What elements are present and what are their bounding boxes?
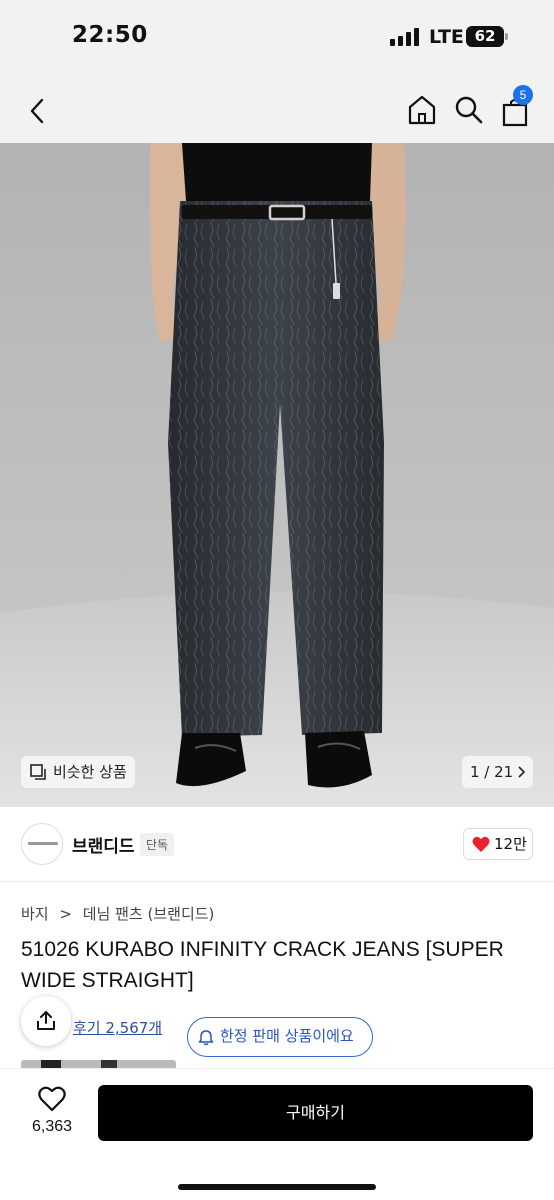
search-button[interactable] [454,94,484,126]
product-title: 51026 KURABO INFINITY CRACK JEANS [SUPER… [21,938,504,992]
back-button[interactable] [24,94,52,128]
brand-row[interactable]: 브랜디드 단독 12만 [0,807,554,881]
cart-button[interactable]: 5 [501,85,533,129]
bottom-action-bar: 6,363 구매하기 [0,1068,554,1200]
chevron-left-icon [30,98,44,124]
bell-icon [198,1030,214,1046]
breadcrumb-separator-icon: > [59,905,72,923]
home-indicator [178,1184,376,1190]
wishlist-button[interactable]: 6,363 [20,1084,84,1148]
brand-logo[interactable] [21,823,63,865]
limited-sale-badge[interactable]: 한정 판매 상품이에요 [187,1017,373,1057]
network-type: LTE [429,26,464,48]
home-button[interactable] [406,93,438,127]
limited-sale-label: 한정 판매 상품이에요 [220,1027,354,1045]
signal-icon [390,28,420,46]
brand-like-count: 12만 [494,835,527,853]
status-time: 22:50 [72,22,148,48]
share-button[interactable] [21,996,71,1046]
home-icon [408,95,436,125]
chevron-right-icon [518,766,526,778]
heart-outline-icon [38,1086,66,1112]
share-icon [37,1011,55,1030]
battery-level: 62 [474,27,496,45]
battery-icon: 62 [466,26,508,47]
status-bar: 22:50 LTE 62 [0,0,554,78]
cart-badge: 5 [513,85,533,105]
product-image[interactable]: 비슷한 상품 1 / 21 [0,143,554,807]
similar-items-icon [30,764,46,780]
brand-name[interactable]: 브랜디드 [72,832,135,857]
top-nav: 5 [0,78,554,143]
image-counter[interactable]: 1 / 21 [462,756,533,788]
breadcrumb: 바지 > 데님 팬츠 (브랜디드) [21,903,214,924]
buy-button[interactable]: 구매하기 [98,1085,533,1141]
review-link[interactable]: 후기 2,567개 [73,1017,162,1038]
similar-items-button[interactable]: 비슷한 상품 [21,756,135,788]
divider [0,881,554,882]
breadcrumb-subcategory[interactable]: 데님 팬츠 (브랜디드) [83,905,215,923]
exclusive-tag: 단독 [140,833,175,856]
breadcrumb-category[interactable]: 바지 [21,905,49,923]
wishlist-count: 6,363 [31,1118,73,1135]
similar-items-label: 비슷한 상품 [53,763,127,781]
product-photo [0,143,554,807]
heart-filled-icon [472,836,490,852]
brand-like-button[interactable]: 12만 [463,828,533,860]
search-icon [455,96,483,124]
image-counter-text: 1 / 21 [470,763,514,781]
